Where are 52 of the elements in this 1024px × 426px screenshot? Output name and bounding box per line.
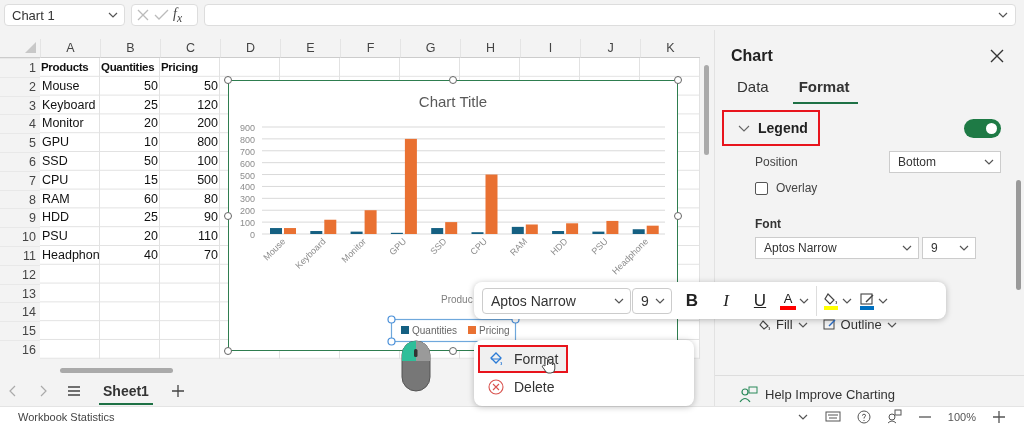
table-cell-text: 40 bbox=[143, 246, 159, 264]
table-cell-text: Monitor bbox=[41, 115, 85, 133]
panel-title: Chart bbox=[731, 47, 773, 65]
table-cell-text: SSD bbox=[41, 153, 69, 170]
table-cell-text: 25 bbox=[143, 96, 159, 114]
table-cell-text: 800 bbox=[196, 134, 219, 152]
field-label: Font bbox=[754, 217, 782, 231]
table-cell-text: 500 bbox=[196, 171, 219, 189]
axis-label: 200 bbox=[239, 206, 255, 217]
axis-label: 900 bbox=[239, 123, 255, 133]
table-cell-text: Products bbox=[40, 60, 90, 75]
table-cell-text: 120 bbox=[196, 96, 219, 114]
axis-label: 0 bbox=[250, 230, 255, 240]
table-cell-text: 50 bbox=[143, 153, 159, 170]
table-cell-text: CPU bbox=[41, 171, 70, 189]
checkbox-label: Overlay bbox=[776, 181, 818, 195]
legend-label: Pricing bbox=[479, 325, 510, 336]
table-cell-text: 15 bbox=[143, 171, 159, 189]
table-cell-text: Mouse bbox=[41, 77, 81, 95]
table-cell-text: 70 bbox=[203, 246, 219, 264]
table-cell-text: PSU bbox=[41, 228, 69, 246]
table-cell-text: RAM bbox=[41, 190, 71, 208]
axis-label: 300 bbox=[239, 194, 255, 205]
axis-label: 700 bbox=[239, 146, 255, 157]
field-label: Position bbox=[755, 155, 798, 169]
status-text: Workbook Statistics bbox=[18, 410, 115, 423]
table-cell-text: HDD bbox=[41, 209, 71, 227]
axis-label: 600 bbox=[239, 158, 255, 169]
table-cell-text: Pricing bbox=[160, 60, 199, 75]
table-cell-text: 20 bbox=[143, 115, 159, 133]
legend-label: Quantities bbox=[412, 325, 458, 336]
axis-label: 100 bbox=[239, 218, 255, 229]
table-cell-text: 50 bbox=[203, 77, 219, 95]
table-cell-text: 100 bbox=[196, 153, 219, 170]
axis-label: 400 bbox=[239, 182, 255, 193]
axis-label: 500 bbox=[239, 170, 255, 181]
table-cell-text: 25 bbox=[143, 209, 159, 227]
table-cell-text: 110 bbox=[197, 228, 219, 246]
table-cell-text: GPU bbox=[41, 134, 71, 152]
table-cell-text: 200 bbox=[196, 115, 219, 133]
table-cell-text: 80 bbox=[203, 190, 219, 208]
table-cell-text: 60 bbox=[143, 190, 159, 208]
axis-label: SSD bbox=[428, 236, 449, 257]
axis-label: 800 bbox=[239, 134, 255, 145]
table-cell-text: Keyboard bbox=[41, 96, 97, 114]
table-cell-text: Quantities bbox=[100, 60, 156, 75]
table-cell-text: 20 bbox=[143, 228, 159, 246]
table-cell-text: 10 bbox=[143, 134, 159, 152]
axis-title: Produc bbox=[441, 294, 473, 305]
table-cell-text: 90 bbox=[203, 209, 219, 227]
table-cell-text: 50 bbox=[143, 77, 159, 95]
table-cell-text: Headphon bbox=[41, 246, 100, 264]
